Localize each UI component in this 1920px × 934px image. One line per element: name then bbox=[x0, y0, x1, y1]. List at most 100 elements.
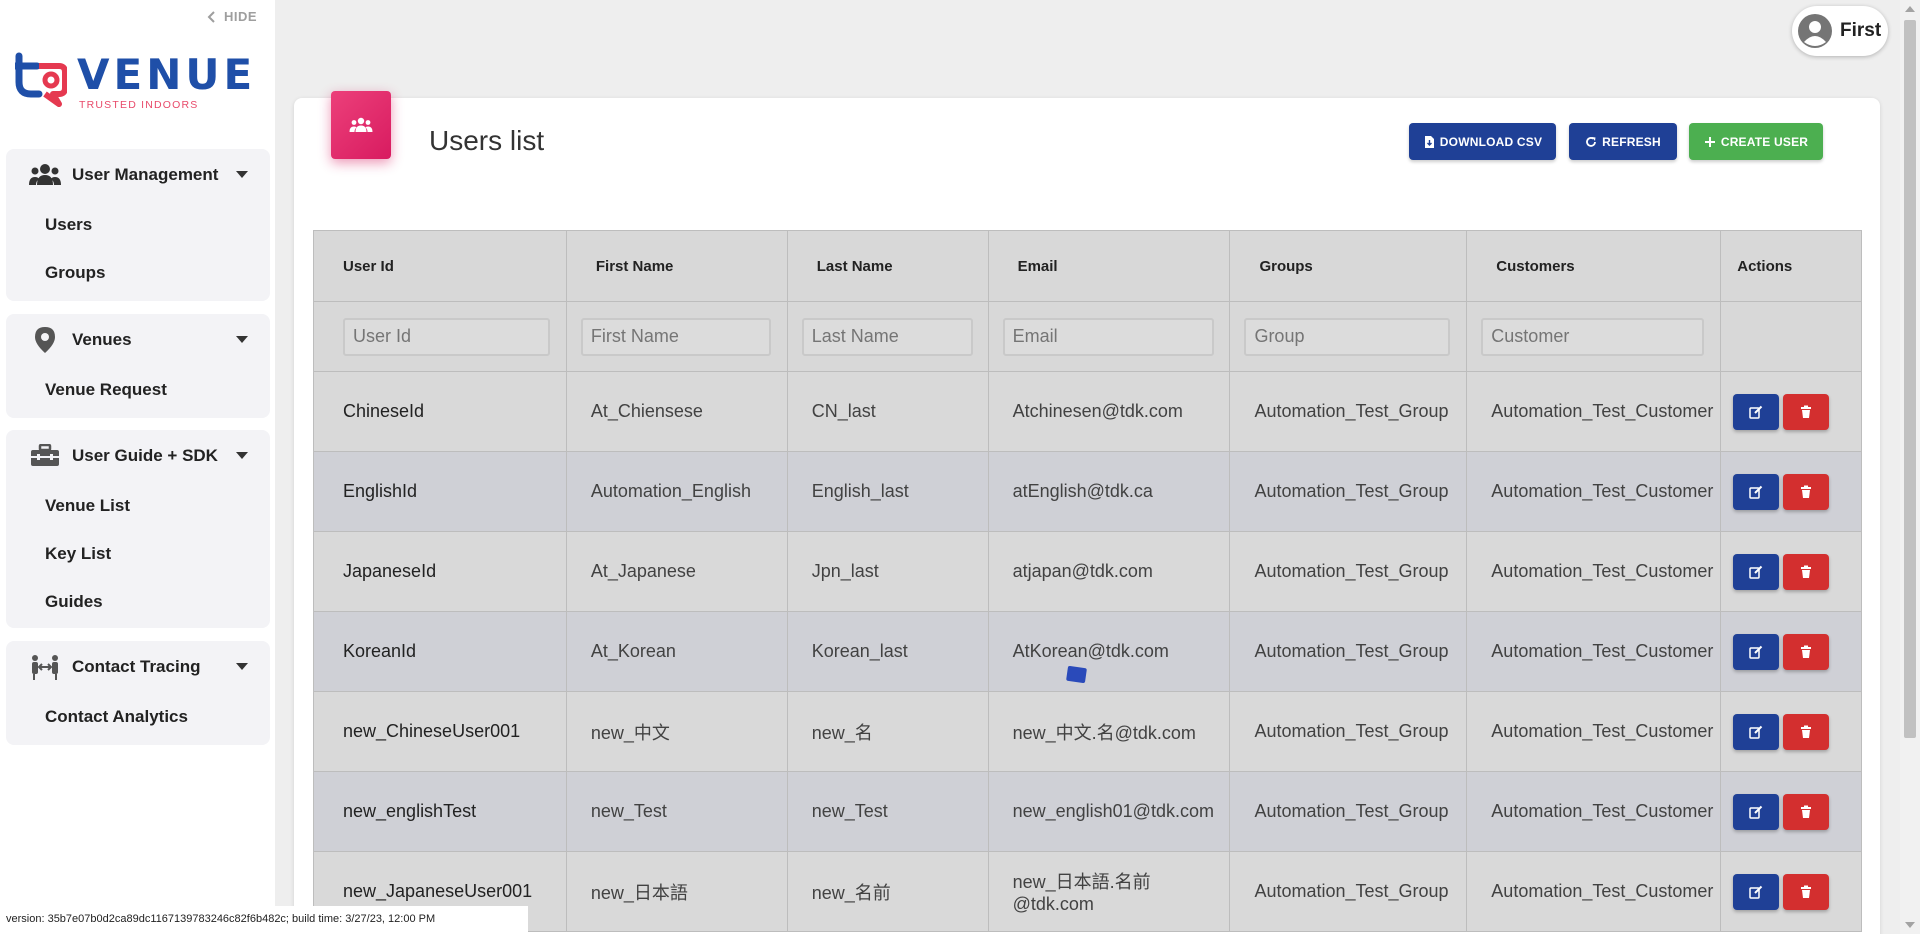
delete-button[interactable] bbox=[1783, 393, 1830, 430]
group-cell[interactable]: Automation_Test_Group bbox=[1229, 611, 1468, 692]
scrollbar-thumb[interactable] bbox=[1904, 20, 1916, 738]
email-filter-input[interactable] bbox=[1002, 317, 1214, 356]
customer-filter-input[interactable] bbox=[1481, 317, 1705, 356]
refresh-button[interactable]: REFRESH bbox=[1569, 123, 1677, 160]
column-header-customers[interactable]: Customers bbox=[1466, 230, 1722, 302]
last-name-cell: new_名 bbox=[786, 691, 989, 772]
first-name-filter-input[interactable] bbox=[580, 317, 771, 356]
user-id-cell: new_englishTest bbox=[313, 771, 567, 852]
email-cell: new_日本語.名前@tdk.com bbox=[987, 851, 1231, 932]
refresh-label: REFRESH bbox=[1602, 134, 1661, 149]
nav-item-users[interactable]: Users bbox=[6, 201, 270, 249]
trash-icon bbox=[1801, 405, 1812, 418]
nav-user-guide-sdk[interactable]: User Guide + SDK bbox=[6, 430, 270, 482]
file-download-icon bbox=[1424, 135, 1434, 148]
scroll-up-icon[interactable] bbox=[1905, 6, 1915, 12]
column-header-first-name[interactable]: First Name bbox=[565, 230, 788, 302]
user-id-cell: KoreanId bbox=[313, 611, 567, 692]
group-filter-input[interactable] bbox=[1244, 317, 1451, 356]
edit-button[interactable] bbox=[1733, 713, 1780, 750]
customer-cell: Automation_Test_Customer bbox=[1466, 451, 1722, 532]
edit-button[interactable] bbox=[1733, 633, 1780, 670]
edit-button[interactable] bbox=[1733, 873, 1780, 910]
edit-button[interactable] bbox=[1733, 473, 1780, 510]
first-name-cell: At_Japanese bbox=[565, 531, 788, 612]
nav-label: User Guide + SDK bbox=[72, 446, 218, 465]
create-user-label: CREATE USER bbox=[1720, 134, 1809, 149]
nav-user-management[interactable]: User Management bbox=[6, 149, 270, 201]
user-id-cell: ChineseId bbox=[313, 371, 567, 452]
user-id-cell: EnglishId bbox=[313, 451, 567, 532]
user-menu[interactable]: First bbox=[1792, 6, 1888, 56]
caret-down-icon bbox=[236, 171, 248, 178]
group-cell[interactable]: Automation_Test_Group bbox=[1229, 691, 1468, 772]
first-name-cell: Automation_English bbox=[565, 451, 788, 532]
edit-icon bbox=[1749, 405, 1763, 419]
customer-cell: Automation_Test_Customer bbox=[1466, 691, 1722, 772]
actions-cell bbox=[1720, 531, 1862, 612]
delete-button[interactable] bbox=[1783, 633, 1830, 670]
group-icon bbox=[349, 117, 373, 132]
nav-contact-tracing[interactable]: Contact Tracing bbox=[6, 641, 270, 693]
users-card-icon bbox=[331, 91, 391, 159]
hide-sidebar-button[interactable]: HIDE bbox=[206, 9, 257, 24]
logo-mark-icon bbox=[15, 52, 67, 107]
page-scrollbar[interactable] bbox=[1900, 0, 1920, 934]
nav-item-guides[interactable]: Guides bbox=[6, 578, 270, 626]
actions-cell bbox=[1720, 771, 1862, 852]
group-cell[interactable]: Automation_Test_Group bbox=[1229, 531, 1468, 612]
group-cell[interactable]: Automation_Test_Group bbox=[1229, 851, 1468, 932]
page-title: Users list bbox=[429, 125, 545, 156]
edit-icon bbox=[1749, 805, 1763, 819]
actions-filter-cell bbox=[1720, 301, 1862, 372]
column-header-groups[interactable]: Groups bbox=[1229, 230, 1468, 302]
table-row: new_ChineseUser001 new_中文 new_名 new_中文.名@td… bbox=[313, 691, 1862, 772]
nav-item-groups[interactable]: Groups bbox=[6, 249, 270, 297]
email-cell: AtKorean@tdk.com bbox=[987, 611, 1231, 692]
email-cell: new_english01@tdk.com bbox=[987, 771, 1231, 852]
actions-cell bbox=[1720, 371, 1862, 452]
nav-item-key-list[interactable]: Key List bbox=[6, 530, 270, 578]
caret-down-icon bbox=[236, 452, 248, 459]
column-header-user-id[interactable]: User Id bbox=[313, 230, 567, 302]
edit-icon bbox=[1749, 645, 1763, 659]
delete-button[interactable] bbox=[1783, 473, 1830, 510]
column-header-actions: Actions bbox=[1720, 230, 1862, 302]
nav-item-contact-analytics[interactable]: Contact Analytics bbox=[6, 693, 270, 741]
email-cell: Atchinesen@tdk.com bbox=[987, 371, 1231, 452]
trash-icon bbox=[1801, 485, 1812, 498]
table-row: JapaneseId At_Japanese Jpn_last atjapan@tdk… bbox=[313, 531, 1862, 612]
email-cell: atEnglish@tdk.ca bbox=[987, 451, 1231, 532]
caret-down-icon bbox=[236, 336, 248, 343]
edit-button[interactable] bbox=[1733, 393, 1780, 430]
group-cell[interactable]: Automation_Test_Group bbox=[1229, 771, 1468, 852]
user-id-filter-input[interactable] bbox=[343, 317, 550, 356]
group-cell[interactable]: Automation_Test_Group bbox=[1229, 371, 1468, 452]
download-csv-button[interactable]: DOWNLOAD CSV bbox=[1409, 123, 1556, 160]
delete-button[interactable] bbox=[1783, 713, 1830, 750]
create-user-button[interactable]: CREATE USER bbox=[1689, 123, 1823, 160]
edit-button[interactable] bbox=[1733, 553, 1780, 590]
column-header-last-name[interactable]: Last Name bbox=[786, 230, 989, 302]
delete-button[interactable] bbox=[1783, 553, 1830, 590]
delete-button[interactable] bbox=[1783, 793, 1830, 830]
scroll-down-icon[interactable] bbox=[1905, 922, 1915, 928]
cursor-artifact bbox=[1066, 665, 1087, 684]
first-name-cell: new_Test bbox=[565, 771, 788, 852]
nav-item-venue-request[interactable]: Venue Request bbox=[6, 366, 270, 414]
edit-button[interactable] bbox=[1733, 793, 1780, 830]
avatar-icon bbox=[1798, 14, 1832, 48]
sidebar: HIDE VENUE TRUSTED INDOORS User Manageme… bbox=[0, 0, 275, 934]
column-header-email[interactable]: Email bbox=[987, 230, 1231, 302]
nav-item-venue-list[interactable]: Venue List bbox=[6, 482, 270, 530]
last-name-filter-input[interactable] bbox=[801, 317, 973, 356]
group-cell[interactable]: Automation_Test_Group bbox=[1229, 451, 1468, 532]
actions-cell bbox=[1720, 691, 1862, 772]
nav-label: User Management bbox=[72, 165, 219, 184]
nav-venues[interactable]: Venues bbox=[6, 314, 270, 366]
customer-cell: Automation_Test_Customer bbox=[1466, 771, 1722, 852]
table-row: ChineseId At_Chiensese CN_last Atchinesen@t… bbox=[313, 371, 1862, 452]
delete-button[interactable] bbox=[1783, 873, 1830, 910]
first-name-cell: new_中文 bbox=[565, 691, 788, 772]
email-cell: atjapan@tdk.com bbox=[987, 531, 1231, 612]
